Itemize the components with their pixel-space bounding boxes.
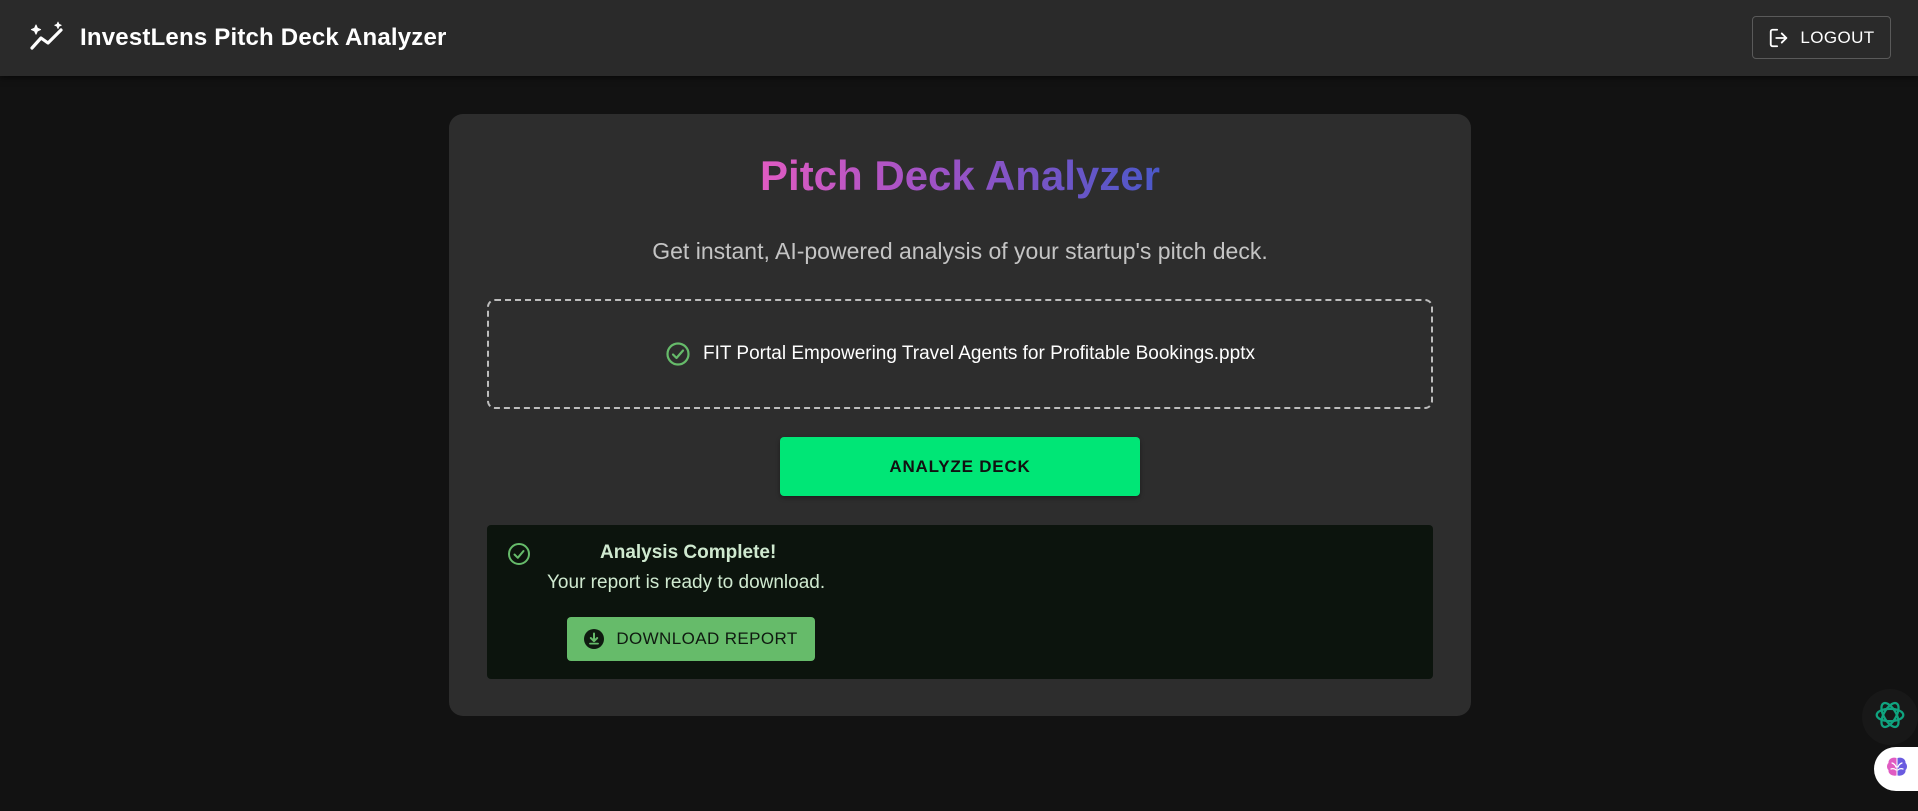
- check-circle-icon: [665, 341, 691, 367]
- app-bar: InvestLens Pitch Deck Analyzer LOGOUT: [0, 0, 1918, 76]
- download-label: DOWNLOAD REPORT: [616, 629, 798, 648]
- openai-icon: [1871, 696, 1909, 739]
- alert-title: Analysis Complete!: [600, 542, 777, 563]
- analyzer-card: Pitch Deck Analyzer Get instant, AI-powe…: [449, 114, 1471, 716]
- uploaded-file-name: FIT Portal Empowering Travel Agents for …: [703, 343, 1255, 364]
- app-title: InvestLens Pitch Deck Analyzer: [80, 24, 447, 51]
- brain-icon: [1884, 754, 1910, 785]
- logout-label: LOGOUT: [1800, 27, 1875, 47]
- brain-widget-button[interactable]: [1874, 747, 1918, 791]
- logout-icon: [1768, 27, 1790, 49]
- page-title: Pitch Deck Analyzer: [760, 152, 1160, 199]
- logout-button[interactable]: LOGOUT: [1752, 16, 1891, 59]
- page-subtitle: Get instant, AI-powered analysis of your…: [652, 238, 1268, 264]
- file-dropzone[interactable]: FIT Portal Empowering Travel Agents for …: [487, 299, 1433, 409]
- sparkle-trend-icon: [28, 21, 66, 55]
- alert-message: Your report is ready to download.: [547, 572, 826, 593]
- analyze-deck-button[interactable]: ANALYZE DECK: [780, 437, 1140, 496]
- ai-assistant-button[interactable]: [1862, 689, 1918, 745]
- success-alert: Analysis Complete! Your report is ready …: [487, 525, 1433, 679]
- download-icon: [584, 629, 605, 649]
- check-circle-icon: [507, 542, 531, 566]
- download-report-button[interactable]: DOWNLOAD REPORT: [567, 617, 815, 661]
